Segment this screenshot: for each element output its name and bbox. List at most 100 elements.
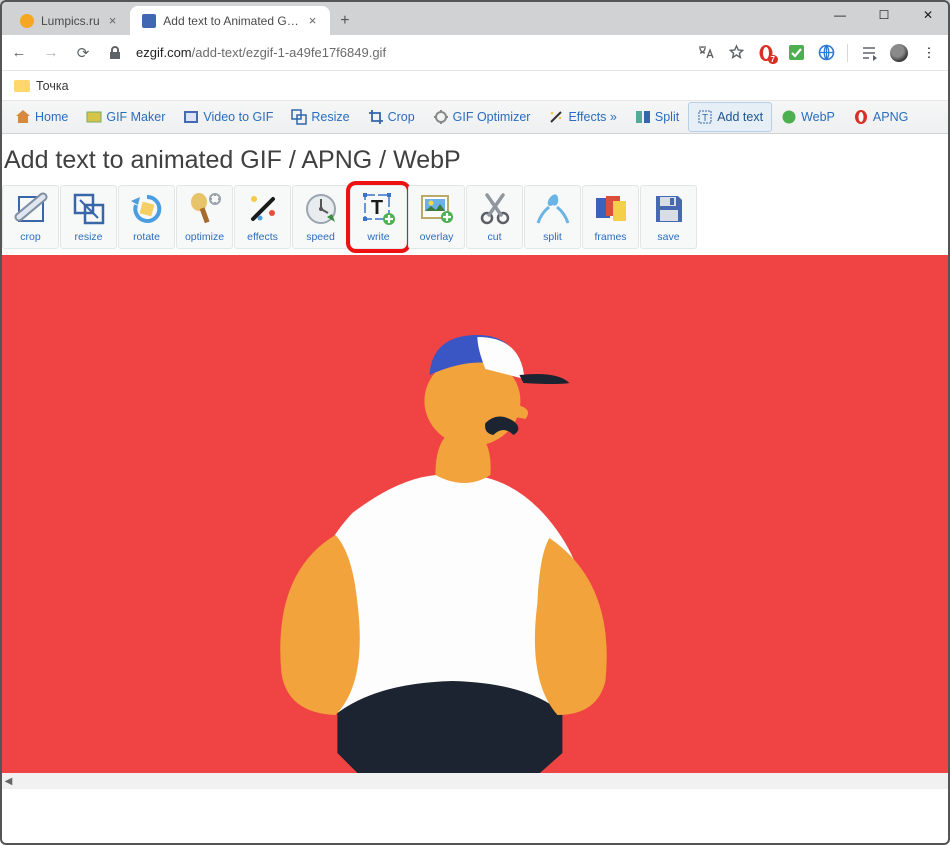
tool-speed[interactable]: speed <box>292 185 349 249</box>
url-display[interactable]: ezgif.com/add-text/ezgif-1-a49fe17f6849.… <box>136 45 687 60</box>
canvas-area <box>0 255 950 773</box>
tool-write[interactable]: Twrite <box>350 185 407 249</box>
maximize-button[interactable]: ☐ <box>862 0 906 30</box>
split-icon <box>535 191 571 227</box>
crop-icon <box>13 191 49 227</box>
tool-cut[interactable]: cut <box>466 185 523 249</box>
nav-label: Home <box>35 110 68 124</box>
tool-label: cut <box>487 231 501 243</box>
bookmarks-bar: Точка <box>0 71 950 101</box>
forward-button[interactable]: → <box>40 42 62 64</box>
tool-label: split <box>543 231 562 243</box>
close-icon[interactable]: × <box>107 13 119 28</box>
resize-icon <box>291 109 307 125</box>
svg-text:T: T <box>702 113 708 124</box>
nav-label: APNG <box>873 110 908 124</box>
separator <box>847 44 848 62</box>
page-viewport: Home GIF Maker Video to GIF Resize Crop … <box>0 101 950 845</box>
tool-label: overlay <box>420 231 454 243</box>
lock-icon[interactable] <box>104 42 126 64</box>
bookmark-item[interactable]: Точка <box>36 79 69 93</box>
new-tab-button[interactable]: + <box>330 8 359 34</box>
tool-optimize[interactable]: optimize <box>176 185 233 249</box>
tool-strip: crop resize rotate optimize effects spee… <box>0 185 950 255</box>
tool-save[interactable]: save <box>640 185 697 249</box>
tool-label: write <box>367 231 389 243</box>
gif-preview <box>0 255 950 773</box>
nav-apng[interactable]: APNG <box>844 102 917 132</box>
speed-icon <box>303 191 339 227</box>
tool-label: optimize <box>185 231 224 243</box>
star-icon[interactable] <box>727 44 745 62</box>
url-path: /add-text/ezgif-1-a49fe17f6849.gif <box>192 45 386 60</box>
page-title: Add text to animated GIF / APNG / WebP <box>0 134 950 185</box>
read-list-icon[interactable] <box>860 44 878 62</box>
nav-add-text[interactable]: T Add text <box>688 102 772 132</box>
minimize-button[interactable]: — <box>818 0 862 30</box>
tab-strip: Lumpics.ru × Add text to Animated GIFs -… <box>0 0 818 35</box>
nav-effects[interactable]: Effects » <box>539 102 625 132</box>
tool-label: save <box>657 231 679 243</box>
tab-favicon-icon <box>20 14 34 28</box>
illustration <box>217 283 677 773</box>
nav-video-to-gif[interactable]: Video to GIF <box>174 102 282 132</box>
apng-icon <box>853 109 869 125</box>
video-icon <box>183 109 199 125</box>
tool-rotate[interactable]: rotate <box>118 185 175 249</box>
avatar-icon[interactable] <box>890 44 908 62</box>
nav-gif-maker[interactable]: GIF Maker <box>77 102 174 132</box>
tool-label: frames <box>594 231 626 243</box>
nav-label: Split <box>655 110 679 124</box>
titlebar: Lumpics.ru × Add text to Animated GIFs -… <box>0 0 950 35</box>
menu-icon[interactable]: ⋮ <box>920 44 938 62</box>
tab-lumpics[interactable]: Lumpics.ru × <box>8 6 130 35</box>
tool-overlay[interactable]: overlay <box>408 185 465 249</box>
opera-icon[interactable]: 7 <box>757 44 775 62</box>
tool-frames[interactable]: frames <box>582 185 639 249</box>
optimize-icon <box>433 109 449 125</box>
tool-effects[interactable]: effects <box>234 185 291 249</box>
site-nav: Home GIF Maker Video to GIF Resize Crop … <box>0 101 950 134</box>
rotate-icon <box>129 191 165 227</box>
write-icon: T <box>361 191 397 227</box>
effects-icon <box>245 191 281 227</box>
tool-split[interactable]: split <box>524 185 581 249</box>
tool-label: rotate <box>133 231 160 243</box>
back-button[interactable]: ← <box>8 42 30 64</box>
horizontal-scrollbar[interactable]: ◀ <box>0 773 950 789</box>
crop-icon <box>368 109 384 125</box>
tool-crop[interactable]: crop <box>2 185 59 249</box>
scroll-left-button[interactable]: ◀ <box>0 773 17 789</box>
nav-label: Resize <box>311 110 349 124</box>
page-scroll[interactable]: Home GIF Maker Video to GIF Resize Crop … <box>0 101 950 845</box>
svg-text:T: T <box>370 197 382 219</box>
close-button[interactable]: ✕ <box>906 0 950 30</box>
nav-label: GIF Optimizer <box>453 110 531 124</box>
nav-resize[interactable]: Resize <box>282 102 358 132</box>
nav-home[interactable]: Home <box>6 102 77 132</box>
home-icon <box>15 109 31 125</box>
folder-icon <box>14 80 30 92</box>
globe-icon[interactable] <box>817 44 835 62</box>
translate-icon[interactable] <box>697 44 715 62</box>
tab-ezgif[interactable]: Add text to Animated GIFs - gif-... × <box>130 6 330 35</box>
nav-webp[interactable]: WebP <box>772 102 844 132</box>
webp-icon <box>781 109 797 125</box>
nav-label: Crop <box>388 110 415 124</box>
nav-label: Add text <box>717 110 763 124</box>
nav-label: Effects » <box>568 110 616 124</box>
cut-icon <box>477 191 513 227</box>
nav-split[interactable]: Split <box>626 102 688 132</box>
url-host: ezgif.com <box>136 45 192 60</box>
tab-label: Lumpics.ru <box>41 14 100 28</box>
resize-icon <box>71 191 107 227</box>
check-icon[interactable] <box>787 44 805 62</box>
frames-icon <box>593 191 629 227</box>
reload-button[interactable]: ⟳ <box>72 42 94 64</box>
nav-crop[interactable]: Crop <box>359 102 424 132</box>
tool-label: speed <box>306 231 335 243</box>
close-icon[interactable]: × <box>307 13 319 28</box>
tool-resize[interactable]: resize <box>60 185 117 249</box>
tab-favicon-icon <box>142 14 156 28</box>
nav-gif-optimizer[interactable]: GIF Optimizer <box>424 102 540 132</box>
